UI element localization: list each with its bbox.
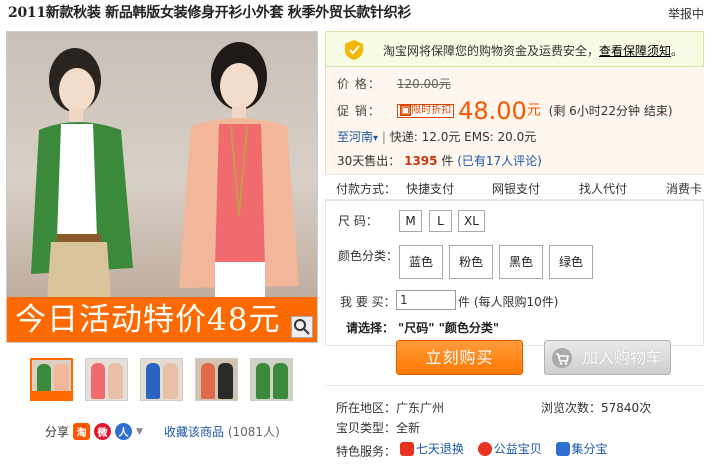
promo-price-row: 促 销： ▣限时折扣 48.00元 (剩 6小时22分钟 结束) <box>337 97 673 125</box>
prompt-text: "尺码" "颜色分类" <box>398 321 500 335</box>
size-option-l[interactable]: L <box>429 210 452 232</box>
model-green-cardigan-image <box>31 48 133 300</box>
guarantee-text: 淘宝网将保障您的购物资金及运费安全， <box>383 44 600 58</box>
service-seven-day-return[interactable]: 七天退换 <box>399 440 464 457</box>
sales-count: 1395 <box>404 154 438 168</box>
product-title: 2011新款秋装 新品韩版女装修身开衫小外套 秋季外贸长款针织衫 <box>8 5 412 21</box>
favorite-count: (1081人) <box>227 425 280 439</box>
sales-unit: 件 <box>441 154 454 168</box>
renren-share-icon[interactable]: 人 <box>115 423 133 440</box>
color-option-black[interactable]: 黑色 <box>499 245 543 279</box>
cart-icon <box>552 348 572 368</box>
favorite-link[interactable]: 收藏该商品 (1081人) <box>164 423 280 440</box>
thumbnail-4[interactable] <box>195 358 238 401</box>
original-price-row: 价 格： 120.00元 <box>337 75 451 92</box>
location-value: 广东广州 <box>396 401 445 415</box>
add-to-cart-button[interactable]: 加入购物车 <box>544 340 671 375</box>
thumbnail-3[interactable] <box>140 358 183 401</box>
size-option-xl[interactable]: XL <box>458 210 485 232</box>
report-link[interactable]: 举报中 <box>668 5 704 22</box>
add-to-cart-label: 加入购物车 <box>581 348 662 367</box>
service-jifenbao[interactable]: 集分宝 <box>555 440 608 457</box>
limited-discount-badge: ▣限时折扣 <box>396 104 455 118</box>
favorite-label: 收藏该商品 <box>164 425 225 439</box>
shipping-row: 至河南▾ | 快递: 12.0元 EMS: 20.0元 <box>337 130 537 144</box>
guarantee-tail: 。 <box>671 44 684 58</box>
thumbnail-1[interactable] <box>30 358 73 401</box>
payment-method-quick[interactable]: 快捷支付 <box>406 180 454 197</box>
thumbnail-2[interactable] <box>85 358 128 401</box>
main-product-image[interactable]: 今日活动特价48元 <box>6 31 318 343</box>
sales-row: 30天售出： 1395 件 (已有17人评论) <box>337 152 542 169</box>
payment-label: 付款方式： <box>336 182 397 196</box>
services-row: 特色服务： 七天退换 公益宝贝 集分宝 <box>336 440 608 459</box>
share-bar: 分享 淘 微 人 ▼ <box>45 423 143 440</box>
charity-icon <box>477 441 492 456</box>
chevron-down-icon[interactable]: ▾ <box>373 133 378 144</box>
shield-icon <box>345 40 363 60</box>
size-label: 尺 码： <box>338 214 378 228</box>
views-row: 浏览次数：57840次 <box>541 401 652 415</box>
original-price: 120.00元 <box>396 77 451 91</box>
promo-label: 促 销： <box>337 103 381 118</box>
promo-banner: 今日活动特价48元 <box>7 297 317 342</box>
model-pink-cardigan-image <box>179 42 299 300</box>
thumbnail-5[interactable] <box>250 358 293 401</box>
payment-method-netbank[interactable]: 网银支付 <box>492 180 540 197</box>
shipping-fees: 快递: 12.0元 EMS: 20.0元 <box>389 130 537 144</box>
guarantee-link[interactable]: 查看保障须知 <box>599 44 671 58</box>
color-option-green[interactable]: 绿色 <box>549 245 593 279</box>
jifenbao-icon <box>555 441 570 456</box>
color-option-blue[interactable]: 蓝色 <box>399 245 443 279</box>
payment-methods-row: 付款方式： 快捷支付 网银支付 找人代付 消费卡 <box>325 174 704 200</box>
size-option-m[interactable]: M <box>399 210 422 232</box>
thumbnail-strip <box>30 358 293 401</box>
price-label: 价 格： <box>337 77 381 91</box>
share-label: 分享 <box>45 425 70 439</box>
payment-method-proxy[interactable]: 找人代付 <box>579 180 627 197</box>
chevron-down-icon[interactable]: ▼ <box>136 427 143 437</box>
views-value: 57840次 <box>601 401 652 415</box>
reviews-link[interactable]: (已有17人评论) <box>457 154 542 168</box>
type-row: 宝贝类型：全新 <box>336 421 421 435</box>
color-label: 颜色分类： <box>338 249 399 263</box>
color-option-pink[interactable]: 粉色 <box>449 245 493 279</box>
price-info-panel: 价 格： 120.00元 促 销： ▣限时折扣 48.00元 (剩 6小时22分… <box>325 67 704 174</box>
zoom-icon[interactable] <box>291 316 313 338</box>
weibo-share-icon[interactable]: 微 <box>94 423 112 440</box>
location-row: 所在地区：广东广州 <box>336 401 445 415</box>
shipping-region-select[interactable]: 至河南 <box>337 130 373 144</box>
guarantee-bar: 淘宝网将保障您的购物资金及运费安全，查看保障须知。 <box>325 31 704 67</box>
quantity-note: 件 (每人限购10件) <box>458 295 559 309</box>
quantity-label: 我 要 买： <box>340 295 396 309</box>
taobao-share-icon[interactable]: 淘 <box>73 423 91 440</box>
service-charity[interactable]: 公益宝贝 <box>477 440 542 457</box>
promo-price: 48.00 <box>458 97 527 125</box>
quantity-input[interactable]: 1 <box>396 290 456 310</box>
sales-label: 30天售出： <box>337 154 401 168</box>
type-value: 全新 <box>396 421 421 435</box>
prompt-label: 请选择： <box>346 321 395 335</box>
promo-price-unit: 元 <box>526 102 541 119</box>
seven-day-return-icon <box>399 441 414 456</box>
sku-selection-panel: 尺 码： M L XL 颜色分类： 蓝色 粉色 黑色 绿色 我 要 买： 1 件… <box>325 200 704 346</box>
payment-method-card[interactable]: 消费卡 <box>666 180 702 197</box>
buy-now-button[interactable]: 立刻购买 <box>396 340 523 375</box>
countdown-text: (剩 6小时22分钟 结束) <box>548 103 673 118</box>
product-details: 所在地区：广东广州 浏览次数：57840次 宝贝类型：全新 特色服务： 七天退换… <box>325 385 704 466</box>
